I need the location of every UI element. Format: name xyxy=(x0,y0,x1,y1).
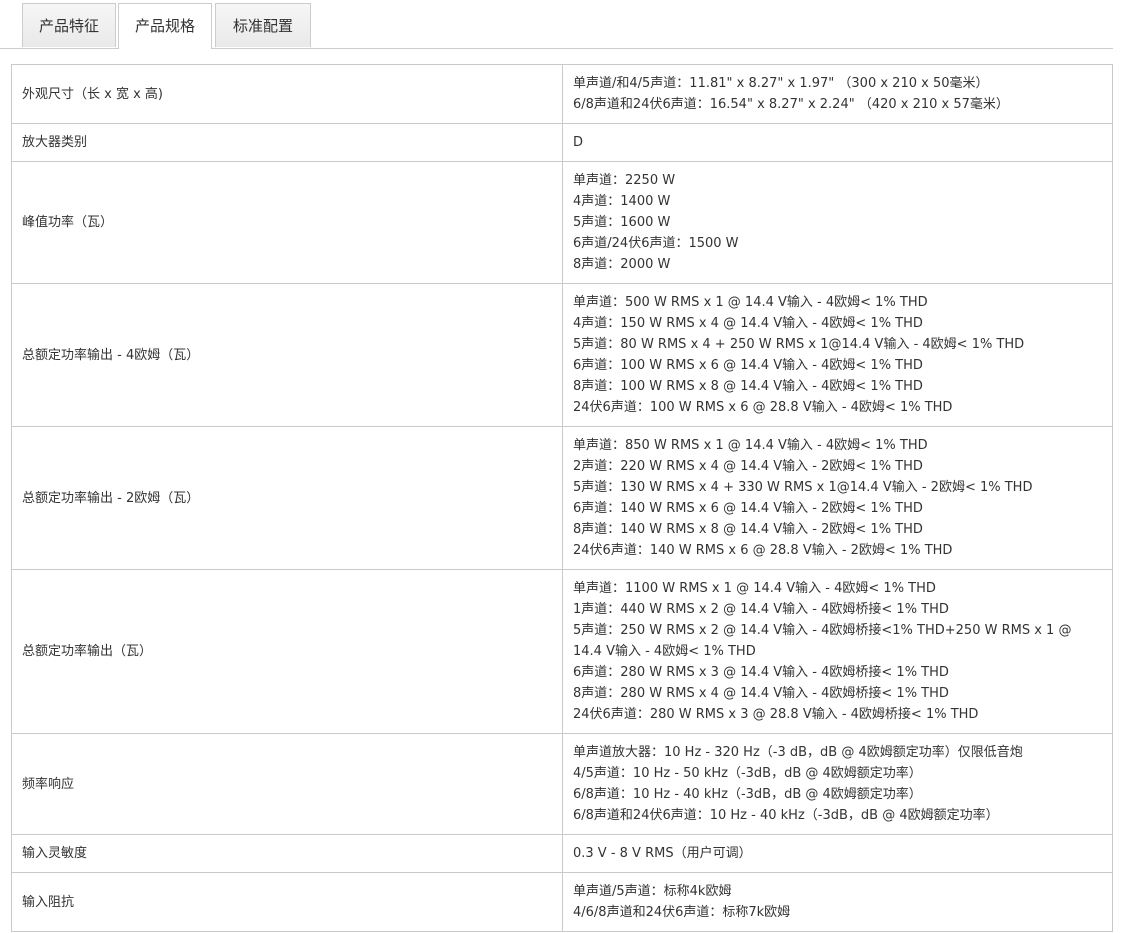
spec-value-line: 6声道：280 W RMS x 3 @ 14.4 V输入 - 4欧姆桥接< 1%… xyxy=(573,665,949,680)
table-row: 峰值功率（瓦） 单声道：2250 W 4声道：1400 W 5声道：1600 W… xyxy=(11,161,1113,284)
spec-value-line: 6声道：140 W RMS x 6 @ 14.4 V输入 - 2欧姆< 1% T… xyxy=(573,501,923,516)
table-row: 外观尺寸（长 x 宽 x 高) 单声道/和4/5声道：11.81" x 8.27… xyxy=(11,64,1113,124)
spec-value-line: 单声道：2250 W xyxy=(573,173,676,188)
spec-label: 频率响应 xyxy=(11,733,563,835)
spec-value-line: 2声道：220 W RMS x 4 @ 14.4 V输入 - 2欧姆< 1% T… xyxy=(573,459,923,474)
spec-value-line: 单声道/5声道：标称4k欧姆 xyxy=(573,884,732,899)
spec-label: 输入灵敏度 xyxy=(11,834,563,873)
spec-value-line: 5声道：250 W RMS x 2 @ 14.4 V输入 - 4欧姆桥接<1% … xyxy=(573,623,1072,659)
spec-value: 单声道：2250 W 4声道：1400 W 5声道：1600 W 6声道/24伏… xyxy=(562,161,1113,284)
spec-value-line: 5声道：130 W RMS x 4 + 330 W RMS x 1@14.4 V… xyxy=(573,480,1033,495)
spec-value-line: 8声道：280 W RMS x 4 @ 14.4 V输入 - 4欧姆桥接< 1%… xyxy=(573,686,949,701)
table-row: 输入灵敏度 0.3 V - 8 V RMS（用户可调） xyxy=(11,834,1113,873)
spec-value-line: 24伏6声道：100 W RMS x 6 @ 28.8 V输入 - 4欧姆< 1… xyxy=(573,400,953,415)
spec-value-line: 6声道/24伏6声道：1500 W xyxy=(573,236,739,251)
spec-value-line: 单声道放大器：10 Hz - 320 Hz（-3 dB，dB @ 4欧姆额定功率… xyxy=(573,745,1023,760)
tab-standard-config[interactable]: 标准配置 xyxy=(215,3,311,47)
spec-value: 单声道：1100 W RMS x 1 @ 14.4 V输入 - 4欧姆< 1% … xyxy=(562,569,1113,734)
table-row: 总额定功率输出（瓦） 单声道：1100 W RMS x 1 @ 14.4 V输入… xyxy=(11,569,1113,734)
tab-product-specs[interactable]: 产品规格 xyxy=(118,3,212,49)
spec-value-line: 24伏6声道：280 W RMS x 3 @ 28.8 V输入 - 4欧姆桥接<… xyxy=(573,707,979,722)
spec-value-line: 6/8声道和24伏6声道：10 Hz - 40 kHz（-3dB，dB @ 4欧… xyxy=(573,808,999,823)
spec-label: 总额定功率输出 - 2欧姆（瓦） xyxy=(11,426,563,570)
spec-label: 总额定功率输出（瓦） xyxy=(11,569,563,734)
spec-value-line: 1声道：440 W RMS x 2 @ 14.4 V输入 - 4欧姆桥接< 1%… xyxy=(573,602,949,617)
spec-label: 输入阻抗 xyxy=(11,872,563,932)
spec-label: 峰值功率（瓦） xyxy=(11,161,563,284)
spec-value-line: 8声道：2000 W xyxy=(573,257,671,272)
tab-bar: 产品特征 产品规格 标准配置 xyxy=(0,0,1113,49)
spec-label: 放大器类别 xyxy=(11,123,563,162)
spec-value-line: 4声道：1400 W xyxy=(573,194,671,209)
spec-value: D xyxy=(562,123,1113,162)
spec-value-line: 8声道：140 W RMS x 8 @ 14.4 V输入 - 2欧姆< 1% T… xyxy=(573,522,923,537)
spec-value: 0.3 V - 8 V RMS（用户可调） xyxy=(562,834,1113,873)
table-row: 总额定功率输出 - 2欧姆（瓦） 单声道：850 W RMS x 1 @ 14.… xyxy=(11,426,1113,570)
tab-product-features[interactable]: 产品特征 xyxy=(22,3,116,47)
spec-value-line: 0.3 V - 8 V RMS（用户可调） xyxy=(573,846,752,861)
table-row: 输入阻抗 单声道/5声道：标称4k欧姆 4/6/8声道和24伏6声道：标称7k欧… xyxy=(11,872,1113,932)
spec-value: 单声道/和4/5声道：11.81" x 8.27" x 1.97" （300 x… xyxy=(562,64,1113,124)
spec-value-line: 5声道：80 W RMS x 4 + 250 W RMS x 1@14.4 V输… xyxy=(573,337,1025,352)
table-row: 总额定功率输出 - 4欧姆（瓦） 单声道：500 W RMS x 1 @ 14.… xyxy=(11,283,1113,427)
spec-value-line: 24伏6声道：140 W RMS x 6 @ 28.8 V输入 - 2欧姆< 1… xyxy=(573,543,953,558)
table-row: 放大器类别 D xyxy=(11,123,1113,162)
spec-value-line: 单声道/和4/5声道：11.81" x 8.27" x 1.97" （300 x… xyxy=(573,76,989,91)
spec-value-line: 单声道：1100 W RMS x 1 @ 14.4 V输入 - 4欧姆< 1% … xyxy=(573,581,936,596)
spec-value-line: 单声道：850 W RMS x 1 @ 14.4 V输入 - 4欧姆< 1% T… xyxy=(573,438,928,453)
spec-value-line: 6/8声道和24伏6声道：16.54" x 8.27" x 2.24" （420… xyxy=(573,97,1009,112)
spec-value-line: D xyxy=(573,135,584,150)
spec-table: 外观尺寸（长 x 宽 x 高) 单声道/和4/5声道：11.81" x 8.27… xyxy=(11,64,1113,932)
spec-value: 单声道放大器：10 Hz - 320 Hz（-3 dB，dB @ 4欧姆额定功率… xyxy=(562,733,1113,835)
spec-value-line: 4声道：150 W RMS x 4 @ 14.4 V输入 - 4欧姆< 1% T… xyxy=(573,316,923,331)
spec-label: 总额定功率输出 - 4欧姆（瓦） xyxy=(11,283,563,427)
spec-value: 单声道：500 W RMS x 1 @ 14.4 V输入 - 4欧姆< 1% T… xyxy=(562,283,1113,427)
spec-value-line: 4/6/8声道和24伏6声道：标称7k欧姆 xyxy=(573,905,791,920)
spec-value-line: 单声道：500 W RMS x 1 @ 14.4 V输入 - 4欧姆< 1% T… xyxy=(573,295,928,310)
spec-value-line: 8声道：100 W RMS x 8 @ 14.4 V输入 - 4欧姆< 1% T… xyxy=(573,379,923,394)
spec-value-line: 5声道：1600 W xyxy=(573,215,671,230)
table-row: 频率响应 单声道放大器：10 Hz - 320 Hz（-3 dB，dB @ 4欧… xyxy=(11,733,1113,835)
spec-label: 外观尺寸（长 x 宽 x 高) xyxy=(11,64,563,124)
spec-value-line: 4/5声道：10 Hz - 50 kHz（-3dB，dB @ 4欧姆额定功率） xyxy=(573,766,922,781)
spec-value: 单声道/5声道：标称4k欧姆 4/6/8声道和24伏6声道：标称7k欧姆 xyxy=(562,872,1113,932)
spec-value-line: 6声道：100 W RMS x 6 @ 14.4 V输入 - 4欧姆< 1% T… xyxy=(573,358,923,373)
spec-value-line: 6/8声道：10 Hz - 40 kHz（-3dB，dB @ 4欧姆额定功率） xyxy=(573,787,922,802)
spec-value: 单声道：850 W RMS x 1 @ 14.4 V输入 - 4欧姆< 1% T… xyxy=(562,426,1113,570)
